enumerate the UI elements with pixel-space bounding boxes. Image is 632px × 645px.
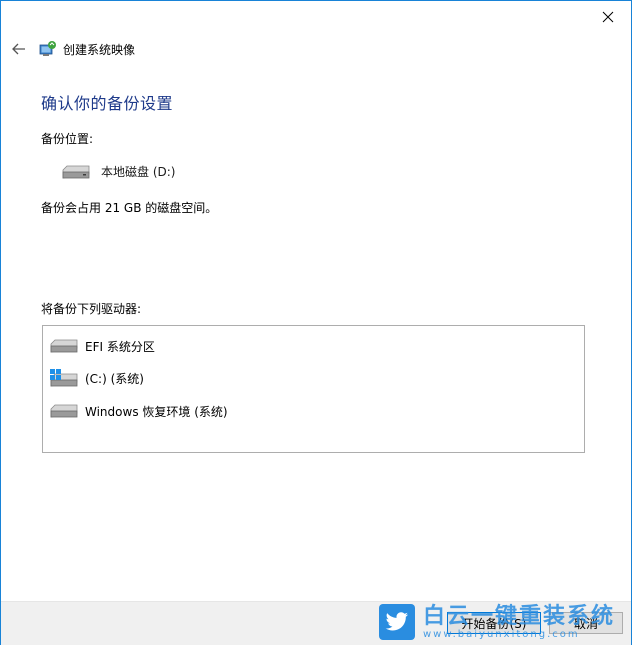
bird-logo-icon bbox=[379, 604, 415, 640]
space-note: 备份会占用 21 GB 的磁盘空间。 bbox=[41, 201, 218, 215]
backup-location-value: 本地磁盘 (D:) bbox=[101, 165, 176, 179]
drive-label: Windows 恢复环境 (系统) bbox=[85, 404, 228, 419]
drive-item-recovery: Windows 恢复环境 (系统) bbox=[49, 399, 228, 423]
watermark-main: 白云一键重装系统 bbox=[423, 603, 616, 629]
dialog-window: 创建系统映像 确认你的备份设置 备份位置: 本地磁盘 (D:) 备份会占用 21… bbox=[0, 0, 632, 645]
close-button[interactable] bbox=[585, 1, 631, 33]
back-button[interactable] bbox=[9, 39, 29, 59]
watermark: 白云一键重装系统 www.baiyunxitong.com bbox=[379, 603, 627, 641]
back-arrow-icon bbox=[12, 43, 25, 55]
drive-icon bbox=[50, 339, 78, 353]
backup-restore-icon bbox=[39, 41, 56, 56]
dialog-header: 创建系统映像 bbox=[9, 37, 135, 61]
page-title: 确认你的备份设置 bbox=[41, 94, 174, 113]
drive-icon bbox=[50, 404, 78, 418]
close-icon bbox=[602, 11, 614, 23]
backup-location: 本地磁盘 (D:) bbox=[61, 163, 175, 180]
drives-label: 将备份下列驱动器: bbox=[41, 302, 142, 316]
drive-item-efi: EFI 系统分区 bbox=[49, 334, 155, 358]
drive-icon bbox=[62, 165, 90, 178]
drive-label: EFI 系统分区 bbox=[85, 339, 155, 354]
watermark-sub: www.baiyunxitong.com bbox=[423, 628, 580, 640]
windows-drive-icon bbox=[50, 369, 78, 387]
drive-label: (C:) (系统) bbox=[85, 371, 144, 386]
backup-location-label: 备份位置: bbox=[41, 132, 94, 146]
drive-item-c: (C:) (系统) bbox=[49, 366, 144, 390]
drive-list: EFI 系统分区 (C:) (系统) Windows 恢复环境 (系统) bbox=[42, 325, 585, 453]
window-title: 创建系统映像 bbox=[63, 42, 136, 57]
